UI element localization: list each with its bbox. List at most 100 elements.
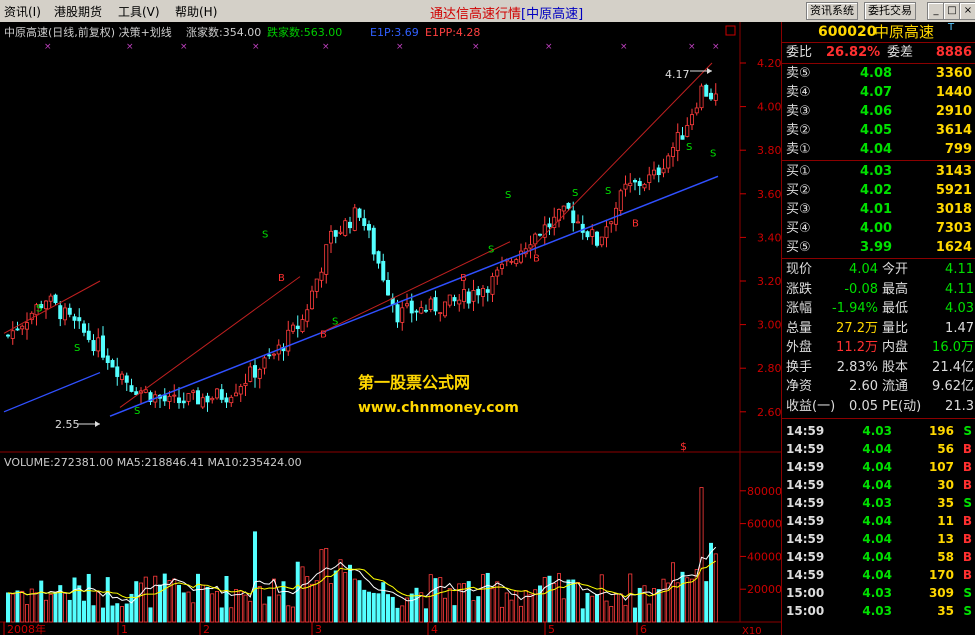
volume-bar: [67, 599, 72, 623]
buy-level-label: 买④: [786, 221, 811, 236]
cross-marker-icon: ×: [322, 42, 330, 52]
volume-bar: [82, 600, 87, 623]
stat-row: 总量 27.2万 量比 1.47: [782, 319, 975, 338]
sell-signal: S: [572, 188, 578, 199]
volume-bar: [623, 604, 628, 623]
volume-bar: [423, 608, 428, 623]
candle-body: [485, 289, 490, 293]
candle-body: [547, 223, 552, 228]
x-tick-label: 1: [121, 623, 128, 635]
candle-body: [585, 231, 590, 238]
volume-bar: [224, 576, 229, 623]
candle-body: [124, 375, 129, 383]
candle-body: [238, 386, 243, 395]
candle-body: [172, 394, 177, 397]
candle-body: [58, 305, 63, 320]
volume-tick-label: 80000: [747, 485, 781, 498]
candle-body: [186, 393, 191, 402]
candle-body: [419, 307, 424, 314]
candle-body: [300, 319, 305, 332]
tick-side: S: [963, 496, 972, 510]
tick-row: 15:00 4.03 309 S: [782, 584, 975, 602]
candle-body: [219, 389, 224, 400]
buy-signal: B: [320, 330, 327, 341]
candle-body: [262, 357, 267, 369]
candle-body: [181, 400, 186, 404]
stock-t-icon: T: [948, 22, 955, 33]
sell-signal: S: [134, 406, 140, 417]
x-tick-label: 2008年: [7, 622, 46, 635]
volume-tick-label: 20000: [747, 583, 781, 596]
candle-body: [224, 397, 229, 403]
candle-body: [571, 210, 576, 224]
volume-bar: [419, 592, 424, 623]
buy-level-label: 买①: [786, 164, 811, 179]
menu-info[interactable]: 资讯(I): [4, 3, 41, 20]
tick-side: B: [962, 514, 972, 528]
stat-value-2: 4.03: [945, 301, 974, 316]
candle-body: [590, 229, 595, 237]
buy-level-price: 4.00: [860, 221, 893, 236]
tick-time: 14:59: [786, 514, 825, 528]
candle-body: [96, 337, 101, 352]
volume-bar: [571, 579, 576, 623]
candle-body: [381, 260, 386, 281]
sell-level-label: 卖④: [786, 85, 811, 100]
volume-bar: [15, 590, 20, 623]
buy-signal: B: [533, 253, 540, 264]
volume-bar: [675, 582, 680, 623]
tick-side: B: [962, 478, 972, 492]
candle-body: [647, 174, 652, 183]
tick-time: 14:59: [786, 568, 825, 582]
tick-price: 4.03: [862, 604, 892, 618]
volume-bar: [271, 578, 276, 623]
x-tick-label: 3: [315, 623, 322, 635]
menu-tools[interactable]: 工具(V): [118, 3, 160, 20]
volume-bar: [480, 574, 485, 623]
candle-body: [566, 202, 571, 209]
volume-bar: [34, 592, 39, 623]
menu-hk-futures[interactable]: 港股期货: [54, 3, 102, 20]
tick-price: 4.04: [862, 514, 892, 528]
stat-value-2: 4.11: [945, 262, 974, 277]
candle-body: [404, 303, 409, 307]
close-icon[interactable]: ×: [959, 2, 975, 20]
candle-body: [447, 294, 452, 306]
volume-bar: [129, 593, 134, 623]
volume-bar: [162, 573, 167, 623]
high-label: 4.17: [665, 68, 690, 81]
sell-level-label: 卖⑤: [786, 66, 811, 81]
sell-signal: S: [36, 304, 42, 315]
candle-body: [538, 233, 543, 236]
volume-bar: [63, 592, 68, 623]
volume-bar: [281, 581, 286, 623]
volume-bar: [547, 575, 552, 623]
stock-code: 600020: [818, 24, 877, 40]
candle-body: [661, 168, 666, 174]
x-tick-label: 4: [431, 623, 438, 635]
volume-bar: [485, 572, 490, 623]
stat-value: 0.05: [849, 398, 878, 414]
candle-body: [457, 299, 462, 305]
candle-body: [395, 304, 400, 323]
buy-signal: B: [460, 273, 467, 284]
volume-bar: [471, 600, 476, 623]
volume-bar: [385, 594, 390, 623]
stat-label: 收益(一): [786, 398, 836, 414]
menu-help[interactable]: 帮助(H): [175, 3, 217, 20]
candle-body: [509, 260, 514, 263]
buy-level-label: 买⑤: [786, 240, 811, 255]
candle-body: [162, 395, 167, 402]
info-system-button[interactable]: 资讯系统: [806, 2, 858, 20]
trade-button[interactable]: 委托交易: [864, 2, 916, 20]
candle-body: [233, 392, 238, 397]
candle-body: [210, 397, 215, 401]
volume-header: VOLUME:272381.00 MA5:218846.41 MA10:2354…: [4, 456, 302, 469]
candle-body: [442, 301, 447, 317]
kline-chart[interactable]: 中原高速(日线,前复权) 决策+划线 涨家数:354.00 跌家数:563.00…: [0, 22, 781, 635]
volume-bar: [20, 590, 25, 623]
candle-body: [438, 312, 443, 315]
sell-level-price: 4.05: [860, 123, 893, 138]
volume-bar: [661, 578, 666, 623]
stat-row: 涨幅 -1.94% 最低 4.03: [782, 299, 975, 318]
